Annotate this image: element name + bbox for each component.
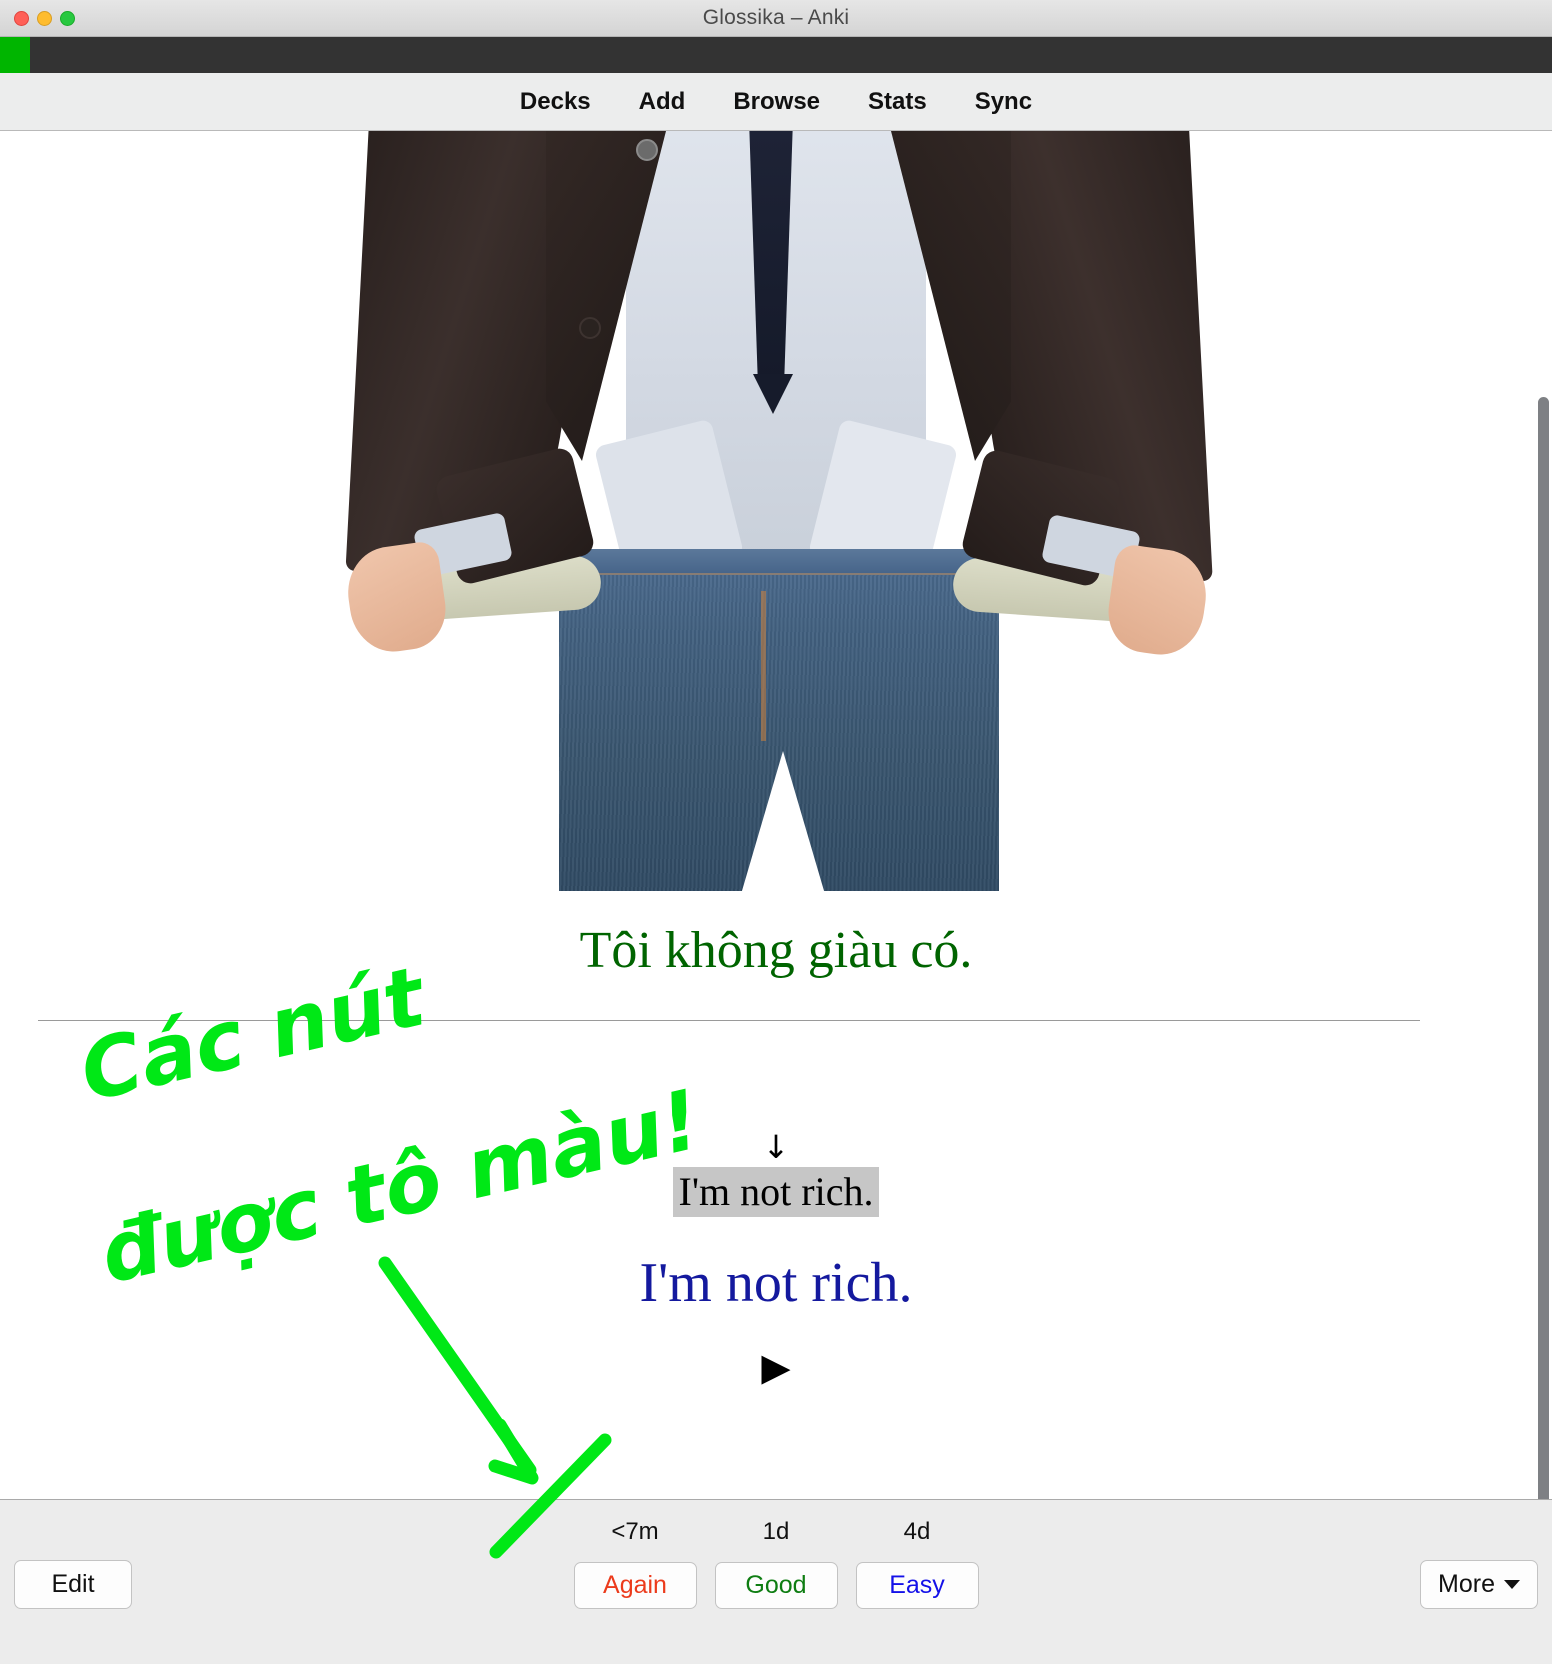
window-title: Glossika – Anki — [702, 6, 850, 29]
interval-easy: 4d — [903, 1518, 931, 1545]
jeans-waistband — [559, 549, 999, 575]
answer-highlight-row: I'm not rich. — [0, 1167, 1552, 1217]
jeans-fly-seam — [761, 591, 766, 741]
minimize-window-button[interactable] — [37, 11, 52, 26]
down-arrow-icon: ↓ — [762, 1128, 790, 1166]
play-audio-icon[interactable]: ▶ — [0, 1349, 1552, 1387]
interval-again: <7m — [611, 1518, 659, 1545]
toolbar-add[interactable]: Add — [615, 84, 710, 120]
answer-text: I'm not rich. — [639, 1252, 913, 1314]
question-text: Tôi không giàu có. — [579, 922, 973, 979]
card-scrollbar[interactable] — [1536, 262, 1552, 1499]
interval-row: <7m 1d 4d — [0, 1518, 1552, 1546]
ease-slot-good: Good — [706, 1562, 847, 1609]
close-window-button[interactable] — [14, 11, 29, 26]
maximize-window-button[interactable] — [60, 11, 75, 26]
answer-bar: <7m 1d 4d Again Good Easy Edit More — [0, 1499, 1552, 1664]
toolbar-stats[interactable]: Stats — [844, 84, 951, 120]
more-button[interactable]: More — [1420, 1560, 1538, 1609]
empty-pockets-photo — [341, 131, 1213, 891]
toolbar-sync[interactable]: Sync — [951, 84, 1056, 120]
card-scrollbar-thumb[interactable] — [1538, 397, 1549, 1499]
window-controls — [14, 0, 75, 37]
chevron-down-icon — [1503, 1580, 1520, 1589]
edit-button[interactable]: Edit — [14, 1560, 132, 1609]
window-titlebar: Glossika – Anki — [0, 0, 1552, 37]
toolbar-browse[interactable]: Browse — [709, 84, 844, 120]
anki-window: Glossika – Anki Decks Add Browse Stats S… — [0, 0, 1552, 1664]
ease-slot-easy: Easy — [847, 1562, 988, 1609]
easy-button[interactable]: Easy — [855, 1562, 979, 1609]
ease-slot-again: Again — [565, 1562, 706, 1609]
jacket-button — [636, 139, 658, 161]
again-button[interactable]: Again — [573, 1562, 697, 1609]
ease-button-row: Again Good Easy — [0, 1562, 1552, 1609]
card-content-area: Tôi không giàu có. ↓ I'm not rich. I'm n… — [0, 131, 1552, 1499]
more-button-label: More — [1438, 1570, 1495, 1598]
jacket-button-lower — [579, 317, 601, 339]
progress-fill — [0, 37, 30, 73]
good-button[interactable]: Good — [714, 1562, 838, 1609]
card-divider — [38, 1020, 1420, 1021]
main-toolbar: Decks Add Browse Stats Sync — [0, 73, 1552, 131]
card-image — [0, 131, 1552, 891]
answer-highlight-text: I'm not rich. — [672, 1167, 880, 1217]
deck-progress-bar — [0, 37, 1552, 73]
toolbar-decks[interactable]: Decks — [496, 84, 615, 120]
interval-good: 1d — [762, 1518, 790, 1545]
